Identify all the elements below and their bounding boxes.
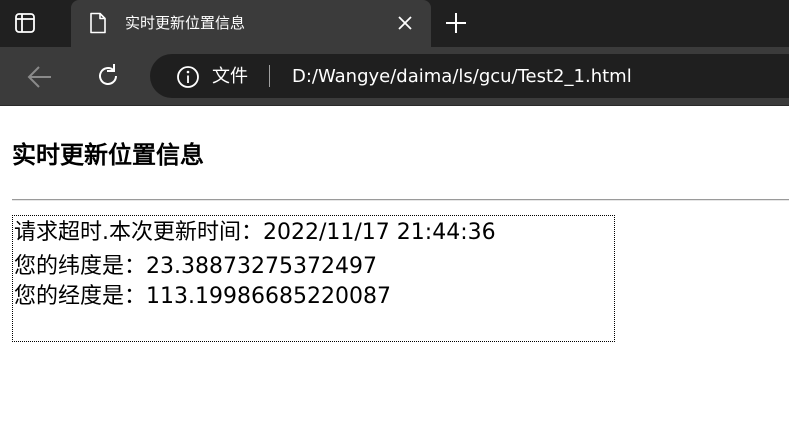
info-icon[interactable] <box>176 65 200 89</box>
toolbar: 文件 D:/Wangye/daima/ls/gcu/Test2_1.html <box>0 47 789 106</box>
close-icon[interactable] <box>395 13 415 33</box>
tab-title: 实时更新位置信息 <box>125 14 246 32</box>
site-info-label[interactable]: 文件 <box>212 65 248 89</box>
longitude-text: 您的经度是：113.19986685220087 <box>14 284 391 309</box>
address-bar[interactable]: 文件 D:/Wangye/daima/ls/gcu/Test2_1.html <box>150 54 789 98</box>
refresh-icon[interactable] <box>94 62 122 90</box>
plus-icon[interactable] <box>445 12 467 34</box>
location-info-box: 请求超时.本次更新时间：2022/11/17 21:44:36 您的纬度是：23… <box>12 215 615 342</box>
page-title: 实时更新位置信息 <box>12 141 204 169</box>
arrow-left-icon[interactable] <box>26 63 54 91</box>
address-divider <box>269 65 270 87</box>
tab-actions-icon[interactable] <box>14 12 36 34</box>
tab-strip: 实时更新位置信息 <box>0 0 789 47</box>
browser-window: 实时更新位置信息 文件 D:/Wangye/daima/ls/gcu/Test2… <box>0 0 789 430</box>
latitude-text: 您的纬度是：23.38873275372497 <box>14 254 377 279</box>
address-url[interactable]: D:/Wangye/daima/ls/gcu/Test2_1.html <box>292 65 632 89</box>
status-text: 请求超时.本次更新时间：2022/11/17 21:44:36 <box>14 220 496 245</box>
page-content: 实时更新位置信息 请求超时.本次更新时间：2022/11/17 21:44:36… <box>0 106 789 430</box>
divider <box>12 199 789 201</box>
page-icon <box>88 12 108 34</box>
tab-active[interactable]: 实时更新位置信息 <box>71 0 431 47</box>
